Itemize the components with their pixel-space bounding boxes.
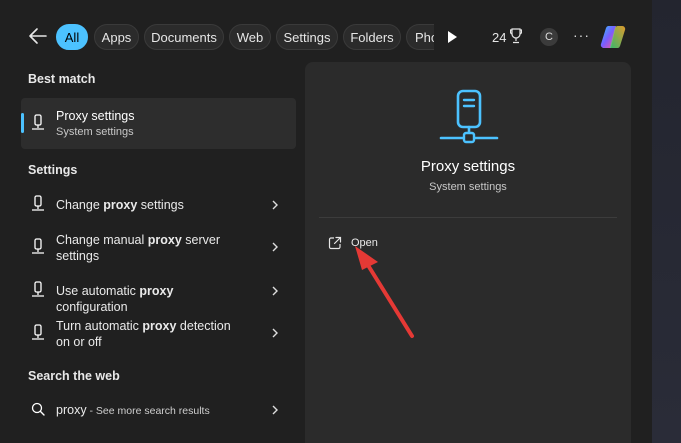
proxy-icon	[32, 324, 44, 340]
open-external-icon	[328, 236, 342, 250]
detail-pane: Proxy settings System settings Open	[305, 62, 631, 443]
divider	[319, 217, 617, 218]
open-label: Open	[351, 237, 378, 249]
tab-folders[interactable]: Folders	[343, 24, 401, 50]
tab-web[interactable]: Web	[229, 24, 271, 50]
tab-apps[interactable]: Apps	[94, 24, 139, 50]
desktop-background	[652, 0, 681, 443]
chevron-right-icon	[272, 286, 278, 296]
selection-indicator	[21, 113, 24, 133]
web-search-label: proxy - See more search results	[56, 403, 210, 417]
detail-subtitle: System settings	[429, 181, 507, 193]
tab-settings[interactable]: Settings	[276, 24, 338, 50]
settings-result-label: Turn automatic proxy detection on or off	[56, 319, 231, 349]
settings-result-label: Use automatic proxy configuration	[56, 284, 174, 314]
chevron-right-icon	[272, 328, 278, 338]
settings-result-label: Change proxy settings	[56, 198, 184, 212]
filter-bar: All Apps Documents Web Settings Folders …	[0, 0, 652, 60]
search-web-heading: Search the web	[28, 369, 120, 383]
chevron-right-icon	[272, 242, 278, 252]
trophy-icon[interactable]	[510, 28, 522, 44]
proxy-icon	[32, 114, 44, 130]
best-match-item[interactable]: Proxy settings System settings	[21, 98, 296, 149]
proxy-large-icon	[439, 89, 499, 144]
best-match-subtitle: System settings	[56, 126, 134, 138]
tab-documents[interactable]: Documents	[144, 24, 224, 50]
tab-all[interactable]: All	[56, 24, 88, 50]
search-icon	[31, 402, 45, 416]
settings-result-item[interactable]: Use automatic proxy configuration	[21, 279, 296, 314]
open-action[interactable]: Open	[325, 234, 445, 254]
settings-heading: Settings	[28, 163, 78, 177]
avatar[interactable]: C	[540, 28, 558, 46]
settings-result-item[interactable]: Turn automatic proxy detection on or off	[21, 316, 296, 352]
best-match-heading: Best match	[28, 72, 96, 86]
detail-title: Proxy settings	[420, 158, 516, 175]
tab-photos[interactable]: Pho	[406, 24, 434, 50]
best-match-title: Proxy settings	[56, 109, 135, 123]
settings-result-label: Change manual proxy server settings	[56, 233, 220, 263]
search-panel: All Apps Documents Web Settings Folders …	[0, 0, 653, 443]
chevron-right-icon	[272, 200, 278, 210]
proxy-icon	[32, 238, 44, 254]
copilot-icon[interactable]	[600, 24, 626, 50]
settings-result-item[interactable]: Change manual proxy server settings	[21, 230, 296, 266]
more-options-icon[interactable]: ···	[573, 27, 590, 43]
rewards-points: 24	[492, 30, 507, 45]
proxy-icon	[32, 195, 44, 211]
proxy-icon	[32, 281, 44, 297]
web-search-item[interactable]: proxy - See more search results	[21, 398, 296, 422]
chevron-right-icon	[272, 405, 278, 415]
scroll-tabs-play-icon[interactable]	[448, 31, 457, 43]
settings-result-item[interactable]: Change proxy settings	[21, 193, 296, 217]
back-arrow-icon[interactable]	[28, 25, 48, 47]
